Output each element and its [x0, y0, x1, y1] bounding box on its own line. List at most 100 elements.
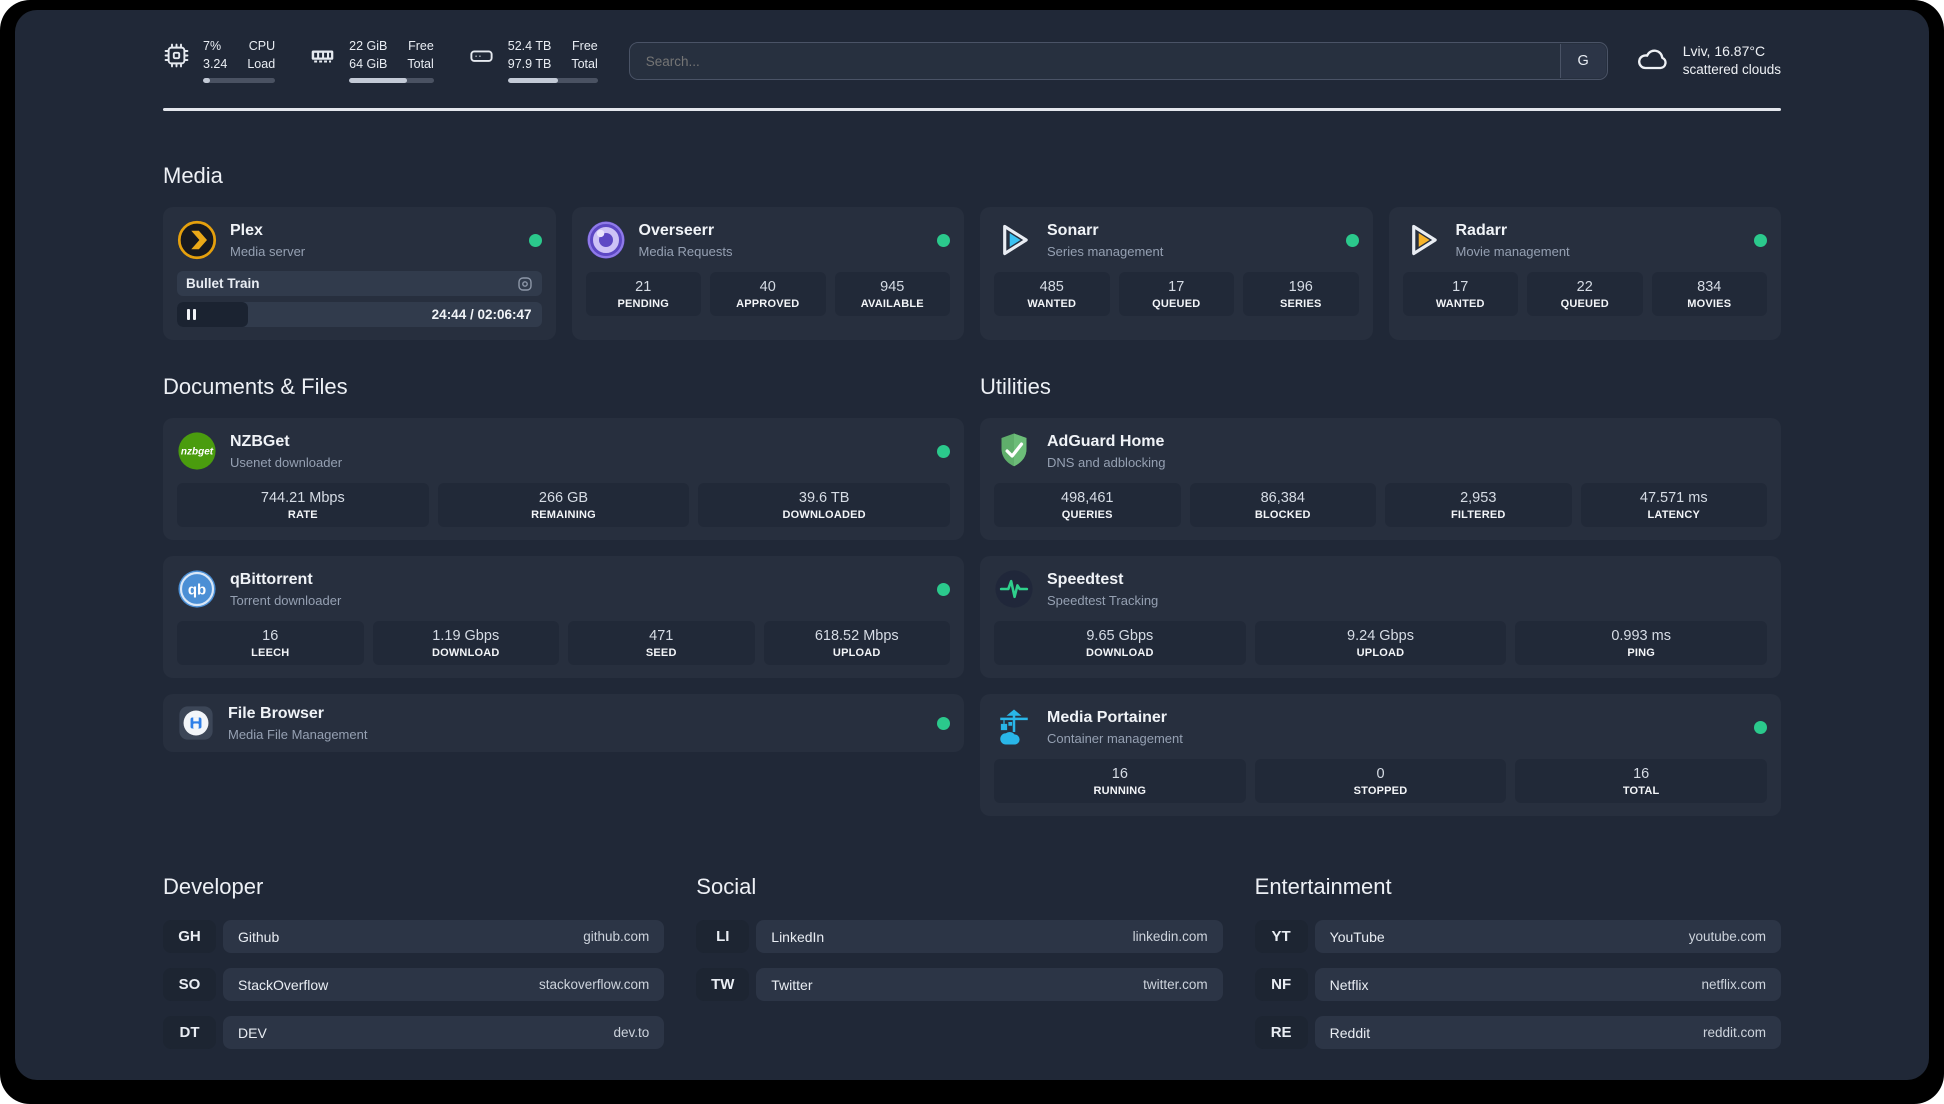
- section-title-utilities: Utilities: [980, 374, 1051, 399]
- adguard-logo-icon: [994, 431, 1034, 471]
- app-card-radarr[interactable]: Radarr Movie management 17 WANTED 22 QUE…: [1388, 207, 1781, 340]
- app-card-plex[interactable]: Plex Media server Bullet Train 24:44 / 0…: [163, 207, 556, 340]
- status-dot-online: [528, 233, 542, 247]
- app-name: NZBGet: [230, 433, 290, 451]
- stat-tile: 17 WANTED: [1402, 272, 1518, 316]
- memory-icon: [309, 39, 336, 82]
- bookmark-linkedin[interactable]: LI LinkedIn linkedin.com: [696, 920, 1223, 953]
- app-card-overseerr[interactable]: Overseerr Media Requests 21 PENDING 40 A…: [571, 207, 964, 340]
- memory-free-label: Free: [408, 39, 434, 54]
- app-card-nzbget[interactable]: nzbget NZBGet Usenet downloader 744.21 M…: [163, 418, 964, 540]
- app-card-adguard[interactable]: AdGuard Home DNS and adblocking 498,461 …: [980, 418, 1781, 540]
- bookmark-url: twitter.com: [1143, 977, 1208, 992]
- section-title-documents: Documents & Files: [163, 374, 348, 399]
- app-description: Media File Management: [228, 726, 368, 742]
- app-card-qbittorrent[interactable]: qb qBittorrent Torrent downloader 16 LEE…: [163, 556, 964, 678]
- load-label: Load: [247, 57, 276, 71]
- two-column-area: Documents & Files nzbget NZBGet Usenet d…: [163, 374, 1781, 816]
- bookmark-abbr: NF: [1254, 968, 1308, 1001]
- portainer-logo-icon: [994, 707, 1034, 747]
- disk-icon: [468, 39, 495, 82]
- bookmark-youtube[interactable]: YT YouTube youtube.com: [1254, 920, 1781, 953]
- media-card-grid: Plex Media server Bullet Train 24:44 / 0…: [163, 207, 1781, 340]
- speedtest-logo-icon: [994, 569, 1034, 609]
- stat-tile: 16 TOTAL: [1515, 759, 1767, 803]
- header-divider: [163, 108, 1781, 111]
- stat-tile: 22 QUEUED: [1527, 272, 1643, 316]
- cpu-label: CPU: [248, 39, 276, 54]
- app-card-sonarr[interactable]: Sonarr Series management 485 WANTED 17 Q…: [980, 207, 1373, 340]
- bookmark-url: linkedin.com: [1132, 929, 1208, 944]
- app-card-filebrowser[interactable]: File Browser Media File Management: [163, 694, 964, 752]
- filebrowser-logo-icon: [177, 704, 215, 742]
- app-name: qBittorrent: [230, 571, 313, 589]
- bookmark-reddit[interactable]: RE Reddit reddit.com: [1254, 1016, 1781, 1049]
- stat-tile: 86,384 BLOCKED: [1189, 483, 1376, 527]
- bookmark-name: Netflix: [1329, 976, 1369, 993]
- search-input[interactable]: [630, 44, 1560, 78]
- now-playing-row: Bullet Train: [177, 271, 542, 296]
- app-name: Overseerr: [638, 222, 715, 240]
- stat-tile: 945 AVAILABLE: [834, 272, 950, 316]
- stat-tile: 21 PENDING: [585, 272, 701, 316]
- bookmark-abbr: YT: [1254, 920, 1308, 953]
- app-name: AdGuard Home: [1047, 433, 1165, 451]
- bookmark-abbr: RE: [1254, 1016, 1308, 1049]
- plex-logo-icon: [177, 220, 217, 260]
- disk-free-value: 52.4 TB: [507, 39, 552, 54]
- top-bar: 7% 3.24 CPU Load 22 GiB 64 GiB Free Tota…: [163, 36, 1781, 86]
- bookmark-twitter[interactable]: TW Twitter twitter.com: [696, 968, 1223, 1001]
- nzbget-logo-icon: nzbget: [177, 431, 217, 471]
- stat-tile: 744.21 Mbps RATE: [177, 483, 429, 527]
- disk-total-label: Total: [571, 57, 598, 71]
- stat-tile: 471 SEED: [568, 621, 755, 665]
- playback-progress-bar: 24:44 / 02:06:47: [177, 302, 542, 327]
- app-description: Usenet downloader: [230, 454, 343, 470]
- pause-icon: [187, 309, 190, 320]
- weather-condition: scattered clouds: [1682, 62, 1781, 78]
- cpu-usage-value: 7%: [203, 39, 222, 54]
- bookmark-name: Github: [238, 928, 280, 945]
- bookmark-name: Twitter: [771, 976, 813, 993]
- app-description: Container management: [1047, 730, 1183, 746]
- stat-tile: 16 RUNNING: [994, 759, 1246, 803]
- stat-tile: 1.19 Gbps DOWNLOAD: [372, 621, 559, 665]
- section-title-media: Media: [163, 163, 223, 188]
- cloud-icon: [1635, 41, 1670, 81]
- stat-tile: 196 SERIES: [1243, 272, 1359, 316]
- system-stats: 7% 3.24 CPU Load 22 GiB 64 GiB Free Tota…: [163, 39, 598, 83]
- cpu-stat: 7% 3.24 CPU Load: [163, 39, 276, 83]
- bookmark-stackoverflow[interactable]: SO StackOverflow stackoverflow.com: [163, 968, 665, 1001]
- bookmark-name: StackOverflow: [238, 976, 329, 993]
- stat-tile: 40 APPROVED: [710, 272, 826, 316]
- bookmark-group-social: Social LI LinkedIn linkedin.com TW Twitt…: [696, 874, 1223, 1049]
- app-description: Speedtest Tracking: [1047, 592, 1159, 608]
- bookmark-dev[interactable]: DT DEV dev.to: [163, 1016, 665, 1049]
- status-dot-online: [1345, 233, 1359, 247]
- search-bar: G: [628, 42, 1608, 80]
- bookmark-abbr: DT: [163, 1016, 216, 1049]
- disk-usage-bar: [507, 77, 598, 83]
- app-card-portainer[interactable]: Media Portainer Container management 16 …: [980, 694, 1781, 816]
- overseerr-logo-icon: [586, 220, 626, 260]
- search-engine-button[interactable]: G: [1559, 44, 1606, 78]
- section-title-entertainment: Entertainment: [1254, 874, 1392, 899]
- stat-tile: 39.6 TB DOWNLOADED: [698, 483, 950, 527]
- bookmark-name: LinkedIn: [771, 928, 825, 945]
- bookmark-name: YouTube: [1329, 928, 1385, 945]
- stat-tile: 47.571 ms LATENCY: [1580, 483, 1767, 527]
- bookmark-netflix[interactable]: NF Netflix netflix.com: [1254, 968, 1781, 1001]
- sonarr-logo-icon: [994, 220, 1034, 260]
- app-description: Movie management: [1455, 243, 1570, 259]
- app-name: Plex: [230, 222, 263, 240]
- section-title-social: Social: [696, 874, 757, 899]
- pause-button[interactable]: [177, 302, 249, 327]
- stat-tile: 266 GB REMAINING: [437, 483, 690, 527]
- disk-total-value: 97.9 TB: [507, 57, 552, 71]
- stat-tile: 498,461 QUERIES: [994, 483, 1181, 527]
- bookmark-abbr: SO: [163, 968, 216, 1001]
- section-title-developer: Developer: [163, 874, 264, 899]
- bookmark-github[interactable]: GH Github github.com: [163, 920, 665, 953]
- video-session-icon: [517, 276, 533, 292]
- app-card-speedtest[interactable]: Speedtest Speedtest Tracking 9.65 Gbps D…: [980, 556, 1781, 678]
